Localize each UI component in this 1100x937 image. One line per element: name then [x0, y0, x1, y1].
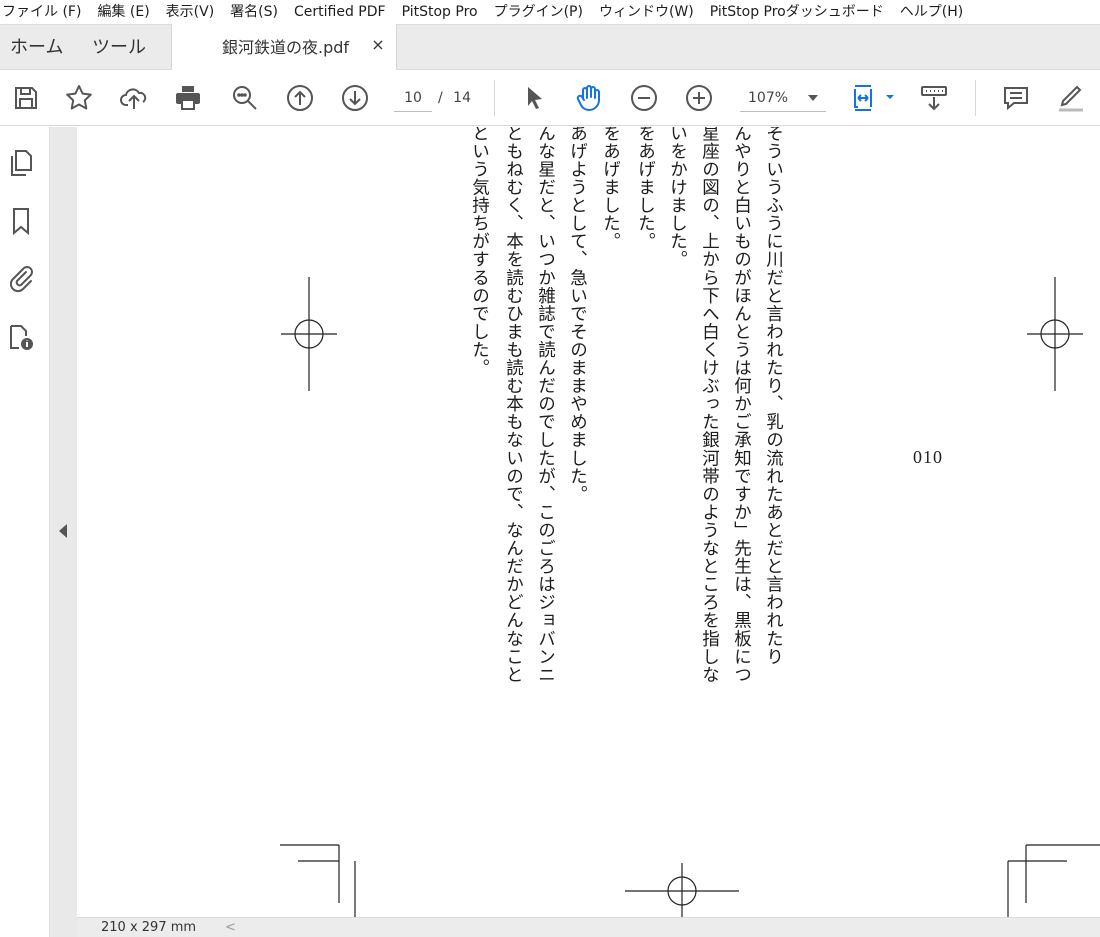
- pages-thumbnails-icon[interactable]: [5, 147, 37, 179]
- document-properties-icon[interactable]: [5, 322, 37, 354]
- search-zoom-icon[interactable]: [229, 82, 261, 114]
- text-line: をあげました。: [600, 127, 621, 251]
- text-line: あげようとして、急いでそのままやめました。: [567, 127, 588, 504]
- menu-file[interactable]: ファイル (F): [2, 0, 89, 24]
- zoom-out-icon[interactable]: [628, 82, 660, 114]
- zoom-value: 107%: [748, 90, 789, 106]
- page-number-input[interactable]: 10: [394, 86, 432, 112]
- menu-pitstop-dashboard[interactable]: PitStop Proダッシュボード: [710, 0, 892, 24]
- tab-document[interactable]: 銀河鉄道の夜.pdf ×: [171, 24, 397, 71]
- menu-edit[interactable]: 編集 (E): [97, 0, 157, 24]
- registration-mark-bottom: [625, 863, 739, 917]
- highlight-pen-icon[interactable]: [1055, 82, 1087, 114]
- text-line: んな星だと、いつか雑誌で読んだのでしたが、このごろはジョバンニ: [535, 127, 556, 684]
- left-nav-rail: [0, 127, 50, 937]
- menu-window[interactable]: ウィンドウ(W): [599, 0, 702, 24]
- toolbar: 10 / 14 107%: [0, 70, 1100, 126]
- bookmarks-icon[interactable]: [5, 205, 37, 237]
- tab-tools[interactable]: ツール: [92, 25, 146, 71]
- print-icon[interactable]: [172, 82, 204, 114]
- save-icon[interactable]: [10, 82, 42, 114]
- select-arrow-icon[interactable]: [518, 82, 550, 114]
- page-up-icon[interactable]: [284, 82, 316, 114]
- text-line: んやりと白いものがほんとうは何かご承知ですか」先生は、黒板につ: [731, 127, 752, 684]
- menu-bar: ファイル (F) 編集 (E) 表示(V) 署名(S) Certified PD…: [0, 0, 1100, 24]
- bookmark-star-icon[interactable]: [63, 82, 95, 114]
- page-size-label: 210 x 297 mm: [101, 920, 197, 935]
- status-bar: 210 x 297 mm <: [77, 917, 1100, 937]
- text-line: という気持ちがするのでした。: [469, 127, 490, 377]
- text-line: 星座の図の、上から下へ白くけぶった銀河帯のようなところを指しな: [699, 127, 720, 684]
- menu-sign[interactable]: 署名(S): [230, 0, 286, 24]
- cloud-upload-icon[interactable]: [118, 82, 150, 114]
- text-line: ともねむく、本を読むひまも読む本もないので、なんだかどんなこと: [503, 127, 524, 684]
- registration-mark-right: [1027, 277, 1083, 391]
- tab-home[interactable]: ホーム: [10, 25, 63, 71]
- menu-certified-pdf[interactable]: Certified PDF: [294, 0, 394, 24]
- menu-view[interactable]: 表示(V): [166, 0, 223, 24]
- toolbar-divider: [975, 80, 976, 116]
- attachments-icon[interactable]: [5, 262, 37, 294]
- text-line: いをかけました。: [667, 127, 688, 269]
- toolbar-divider: [494, 80, 495, 116]
- document-tab-title: 銀河鉄道の夜.pdf: [222, 38, 350, 57]
- page-number-label: 010: [913, 447, 943, 467]
- crop-mark-bottom-right: [1007, 844, 1100, 917]
- printer-marks: [280, 277, 1100, 917]
- chevron-down-icon: [808, 95, 818, 101]
- comment-icon[interactable]: [1000, 82, 1032, 114]
- scroll-left-button[interactable]: <: [225, 918, 236, 937]
- fit-page-icon[interactable]: [848, 82, 896, 114]
- menu-pitstop-pro[interactable]: PitStop Pro: [402, 0, 486, 24]
- hand-tool-icon[interactable]: [573, 82, 605, 114]
- registration-mark-left: [281, 277, 337, 391]
- close-icon[interactable]: ×: [370, 37, 386, 53]
- collapse-left-icon[interactable]: [59, 524, 67, 538]
- tab-row: ホーム ツール 銀河鉄道の夜.pdf ×: [0, 24, 1100, 71]
- sidebar-collapse-strip[interactable]: [50, 127, 77, 937]
- text-line: をあげました。: [635, 127, 656, 251]
- zoom-select[interactable]: 107%: [740, 86, 826, 112]
- menu-plugins[interactable]: プラグイン(P): [494, 0, 591, 24]
- crop-mark-bottom-left: [280, 844, 356, 917]
- page-total-label: / 14: [438, 90, 471, 106]
- zoom-in-icon[interactable]: [683, 82, 715, 114]
- page-down-icon[interactable]: [339, 82, 371, 114]
- scroll-mode-icon[interactable]: [918, 82, 950, 114]
- menu-help[interactable]: ヘルプ(H): [900, 0, 971, 24]
- document-page-view[interactable]: そういうふうに川だと言われたり、乳の流れたあとだと言われたり んやりと白いものが…: [77, 127, 1100, 917]
- text-line: そういうふうに川だと言われたり、乳の流れたあとだと言われたり: [763, 127, 784, 666]
